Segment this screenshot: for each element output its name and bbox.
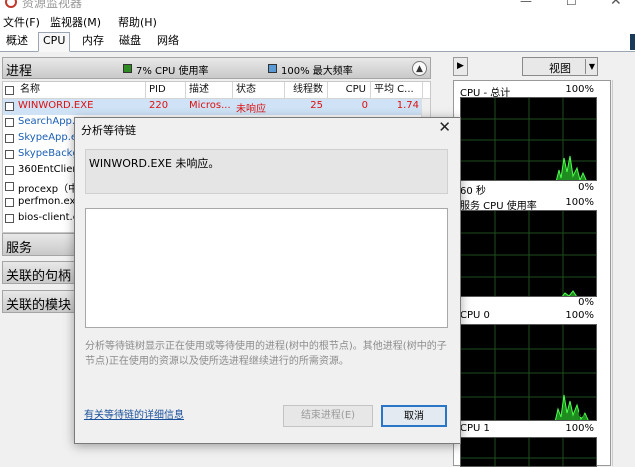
modules-title: 关联的模块	[6, 298, 72, 313]
wait-chain-help-link[interactable]: 有关等待链的详细信息	[84, 406, 184, 421]
menu-bar: 文件(F) 监视器(M) 帮助(H)	[0, 12, 635, 31]
tab-memory[interactable]: 内存	[78, 33, 108, 50]
max-freq-label: 100% 最大频率	[281, 66, 353, 77]
table-header: 名称 PID 描述 状态 线程数 CPU 平均 C...	[3, 82, 430, 99]
process-threads: 25	[310, 100, 323, 111]
cpu-total-graph	[460, 97, 597, 181]
dialog-description: 分析等待链树显示正在使用或等待使用的进程(树中的根节点)。其他进程(树中的子节点…	[85, 341, 447, 367]
view-label: 视图	[549, 62, 571, 75]
maximize-button[interactable]: ☐	[566, 0, 577, 8]
row-checkbox[interactable]	[5, 102, 14, 111]
process-name: WINWORD.EXE	[18, 100, 94, 111]
graph-title: CPU 1	[460, 423, 490, 434]
dialog-close-icon[interactable]: ✕	[438, 118, 451, 136]
handles-title: 关联的句柄	[6, 269, 72, 284]
cpu-legend-icon	[123, 64, 132, 73]
services-title: 服务	[6, 241, 33, 256]
col-name[interactable]: 名称	[17, 82, 146, 98]
col-status[interactable]: 状态	[233, 82, 285, 98]
graph-scrollbar[interactable]	[612, 80, 623, 466]
graph-time: 60 秒	[460, 186, 486, 197]
table-row[interactable]: WINWORD.EXE 220 Micros... 未响应 25 0 1.74	[3, 99, 423, 115]
cpu-usage-label: 7% CPU 使用率	[136, 66, 209, 77]
wait-chain-tree[interactable]	[85, 208, 448, 328]
dialog-message: WINWORD.EXE 未响应。	[89, 157, 220, 170]
graph-max: 100%	[565, 197, 594, 208]
cancel-button[interactable]: 取消	[381, 405, 447, 427]
process-avg-cpu: 1.74	[396, 100, 419, 111]
select-all-checkbox[interactable]	[5, 86, 14, 95]
graph-svg	[461, 211, 596, 296]
process-name: perfmon.exe	[18, 196, 82, 207]
processes-title: 进程	[6, 64, 33, 79]
graph-max: 100%	[565, 310, 594, 321]
title-bar: 资源监视器 — ☐ ✕	[0, 0, 635, 12]
tab-cpu[interactable]: CPU	[38, 32, 71, 52]
tab-bar: 概述 CPU 内存 磁盘 网络	[0, 31, 635, 52]
graph-min: 0%	[578, 297, 594, 308]
col-cpu[interactable]: CPU	[328, 82, 371, 98]
menu-help[interactable]: 帮助(H)	[118, 14, 157, 30]
graph-min: 0%	[578, 182, 594, 193]
row-checkbox[interactable]	[5, 214, 14, 223]
col-threads[interactable]: 线程数	[285, 82, 328, 98]
view-dropdown[interactable]: 视图 ▼	[522, 57, 598, 76]
process-desc: Micros...	[189, 100, 231, 111]
graph-min: 0%	[578, 409, 594, 420]
app-icon	[5, 0, 17, 8]
expand-graphs-icon[interactable]: ▶	[453, 57, 468, 76]
row-checkbox[interactable]	[5, 150, 14, 159]
dialog-title: 分析等待链	[81, 124, 136, 137]
cpu1-graph	[460, 437, 597, 467]
row-checkbox[interactable]	[5, 182, 14, 191]
graph-title: CPU 0	[460, 310, 490, 321]
menu-monitor[interactable]: 监视器(M)	[50, 14, 101, 30]
col-pid[interactable]: PID	[146, 82, 186, 98]
row-checkbox[interactable]	[5, 118, 14, 127]
row-checkbox[interactable]	[5, 134, 14, 143]
process-pid: 220	[149, 100, 169, 111]
tab-network[interactable]: 网络	[153, 33, 183, 50]
graph-pane: CPU - 总计 100% 60 秒 0% 服务 CPU 使用率 100% 0%…	[453, 80, 611, 467]
minimize-button[interactable]: —	[520, 0, 532, 8]
service-cpu-graph	[460, 210, 597, 297]
graph-max: 100%	[565, 84, 594, 95]
process-cpu: 0	[361, 100, 368, 111]
row-checkbox[interactable]	[5, 198, 14, 207]
side-strip	[630, 34, 635, 50]
process-status: 未响应	[236, 104, 266, 115]
cpu0-graph	[460, 324, 597, 421]
graph-svg	[461, 438, 596, 466]
graph-max: 100%	[565, 423, 594, 434]
menu-file[interactable]: 文件(F)	[3, 14, 40, 30]
tab-disk[interactable]: 磁盘	[115, 33, 145, 50]
col-desc[interactable]: 描述	[186, 82, 233, 98]
row-checkbox[interactable]	[5, 166, 14, 175]
dialog-message-box: WINWORD.EXE 未响应。	[85, 149, 448, 194]
tab-overview[interactable]: 概述	[2, 33, 32, 50]
col-avg-cpu[interactable]: 平均 C...	[371, 82, 423, 98]
freq-legend-icon	[268, 64, 277, 73]
graph-svg	[461, 325, 596, 420]
chevron-down-icon: ▼	[585, 59, 598, 74]
graph-svg	[461, 98, 596, 180]
end-process-button[interactable]: 结束进程(E)	[283, 405, 373, 427]
analyze-wait-chain-dialog: 分析等待链 ✕ WINWORD.EXE 未响应。 分析等待链树显示正在使用或等待…	[74, 117, 461, 444]
close-button[interactable]: ✕	[610, 0, 622, 9]
window-title: 资源监视器	[22, 0, 83, 10]
processes-header[interactable]: 进程 7% CPU 使用率 100% 最大频率 ▲	[2, 57, 431, 79]
collapse-icon[interactable]: ▲	[412, 61, 427, 76]
